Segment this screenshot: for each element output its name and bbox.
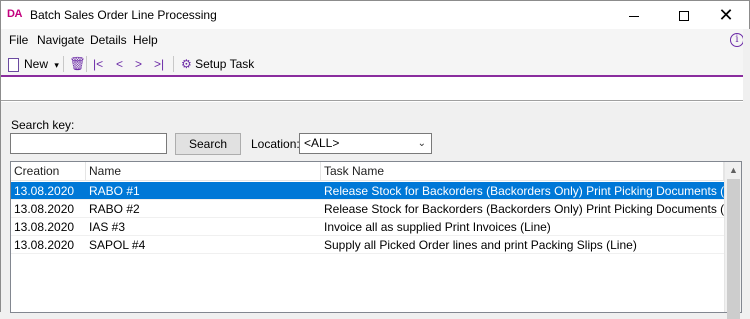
- cell-creation-date: 13.08.2020: [14, 238, 75, 252]
- cell-creation-date: 13.08.2020: [14, 202, 75, 216]
- table-row[interactable]: 13.08.2020 SAPOL #4 Supply all Picked Or…: [11, 236, 724, 254]
- new-document-icon: [8, 57, 19, 72]
- setup-task-label: Setup Task: [195, 57, 255, 71]
- last-icon: >|: [154, 57, 165, 71]
- chevron-down-icon[interactable]: ▾: [54, 60, 59, 70]
- search-key-label: Search key:: [11, 118, 75, 132]
- cell-name: SAPOL #4: [89, 238, 146, 252]
- scrollbar-thumb[interactable]: [727, 179, 740, 319]
- cell-task-name: Supply all Picked Order lines and print …: [324, 238, 637, 252]
- column-header-name[interactable]: Name: [86, 162, 321, 181]
- first-icon: |<: [93, 57, 104, 71]
- table-row[interactable]: 13.08.2020 RABO #1 Release Stock for Bac…: [11, 182, 724, 200]
- location-select[interactable]: <ALL> ⌄: [299, 133, 432, 154]
- search-input[interactable]: [10, 133, 167, 154]
- cell-name: RABO #1: [89, 184, 140, 198]
- window-title: Batch Sales Order Line Processing: [30, 8, 217, 22]
- table-row[interactable]: 13.08.2020 IAS #3 Invoice all as supplie…: [11, 218, 724, 236]
- toolbar: New ▾ 🗑 |< < > >| ⚙ Setup Task: [1, 51, 749, 77]
- main-window: DA Batch Sales Order Line Processing ✕ F…: [0, 0, 750, 319]
- first-record-button[interactable]: |<: [93, 55, 103, 73]
- new-button[interactable]: New ▾: [8, 55, 59, 73]
- cell-creation-date: 13.08.2020: [14, 220, 75, 234]
- search-button[interactable]: Search: [175, 133, 241, 155]
- cell-name: RABO #2: [89, 202, 140, 216]
- header-strip: [1, 79, 749, 101]
- scroll-up-icon[interactable]: ▲: [729, 165, 738, 175]
- content-panel: Search key: Search Location: <ALL> ⌄ Cre…: [1, 102, 749, 319]
- menu-navigate[interactable]: Navigate: [37, 33, 84, 47]
- grid-vertical-scrollbar[interactable]: ▲: [724, 162, 741, 319]
- cell-creation-date: 13.08.2020: [14, 184, 75, 198]
- cell-task-name: Invoice all as supplied Print Invoices (…: [324, 220, 551, 234]
- new-button-label: New: [24, 57, 49, 71]
- previous-icon: <: [116, 57, 124, 71]
- location-value: <ALL>: [304, 136, 340, 150]
- column-header-creation-date[interactable]: Creation Date: [11, 162, 86, 197]
- menu-help[interactable]: Help: [133, 33, 158, 47]
- grid-header: Creation Date Name Task Name: [11, 162, 724, 197]
- task-grid[interactable]: Creation Date Name Task Name 13.08.2020 …: [10, 161, 742, 319]
- toolbar-separator: [173, 56, 174, 72]
- table-row[interactable]: 13.08.2020 RABO #2 Release Stock for Bac…: [11, 200, 724, 218]
- menu-file[interactable]: File: [9, 33, 28, 47]
- previous-record-button[interactable]: <: [116, 55, 123, 73]
- setup-icon: ⚙: [181, 57, 192, 71]
- column-header-task-name[interactable]: Task Name: [321, 162, 724, 181]
- setup-task-button[interactable]: ⚙ Setup Task: [181, 55, 254, 73]
- delete-button[interactable]: 🗑: [69, 55, 86, 73]
- cell-task-name: Release Stock for Backorders (Backorders…: [324, 184, 724, 198]
- menu-bar: File Navigate Details Help i: [1, 29, 749, 51]
- minimize-button[interactable]: [611, 1, 657, 29]
- last-record-button[interactable]: >|: [154, 55, 164, 73]
- app-logo-icon: DA: [7, 8, 22, 20]
- trash-icon: 🗑: [69, 56, 86, 71]
- cell-name: IAS #3: [89, 220, 126, 234]
- maximize-icon: [679, 11, 689, 22]
- toolbar-separator: [86, 56, 87, 72]
- info-icon[interactable]: i: [730, 33, 744, 47]
- toolbar-separator: [63, 56, 64, 72]
- cell-task-name: Release Stock for Backorders (Backorders…: [324, 202, 724, 216]
- close-button[interactable]: ✕: [703, 1, 749, 29]
- minimize-icon: [629, 15, 639, 17]
- window-vertical-scrollbar[interactable]: [743, 29, 750, 313]
- next-icon: >: [135, 57, 143, 71]
- menu-details[interactable]: Details: [90, 33, 127, 47]
- close-icon: ✕: [718, 5, 734, 25]
- maximize-button[interactable]: [661, 1, 707, 29]
- next-record-button[interactable]: >: [135, 55, 142, 73]
- title-bar: DA Batch Sales Order Line Processing ✕: [1, 1, 749, 29]
- location-label: Location:: [251, 137, 300, 151]
- chevron-down-icon: ⌄: [417, 138, 426, 149]
